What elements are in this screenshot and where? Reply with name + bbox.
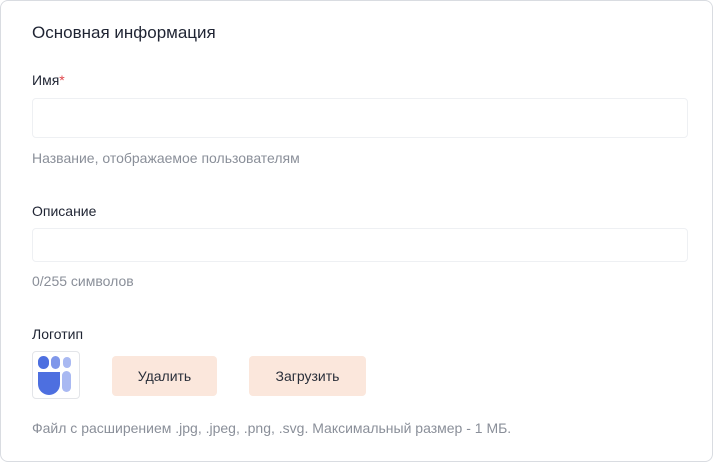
name-label: Имя* xyxy=(32,71,65,89)
name-input[interactable] xyxy=(32,98,688,138)
logo-preview xyxy=(32,351,80,399)
description-label: Описание xyxy=(32,203,97,219)
logo-label: Логотип xyxy=(32,326,84,342)
description-counter: 0/255 символов xyxy=(32,273,134,289)
upload-logo-button[interactable]: Загрузить xyxy=(249,356,366,396)
delete-logo-button[interactable]: Удалить xyxy=(112,356,217,396)
name-hint: Название, отображаемое пользователям xyxy=(32,150,300,166)
name-label-text: Имя xyxy=(32,72,60,88)
required-mark: * xyxy=(59,72,65,88)
logo-file-hint: Файл с расширением .jpg, .jpeg, .png, .s… xyxy=(32,420,512,436)
brand-logo-icon xyxy=(38,356,71,395)
basic-info-card: Основная информация Имя* Название, отобр… xyxy=(0,0,713,462)
section-title: Основная информация xyxy=(32,23,216,42)
description-input[interactable] xyxy=(32,228,688,262)
